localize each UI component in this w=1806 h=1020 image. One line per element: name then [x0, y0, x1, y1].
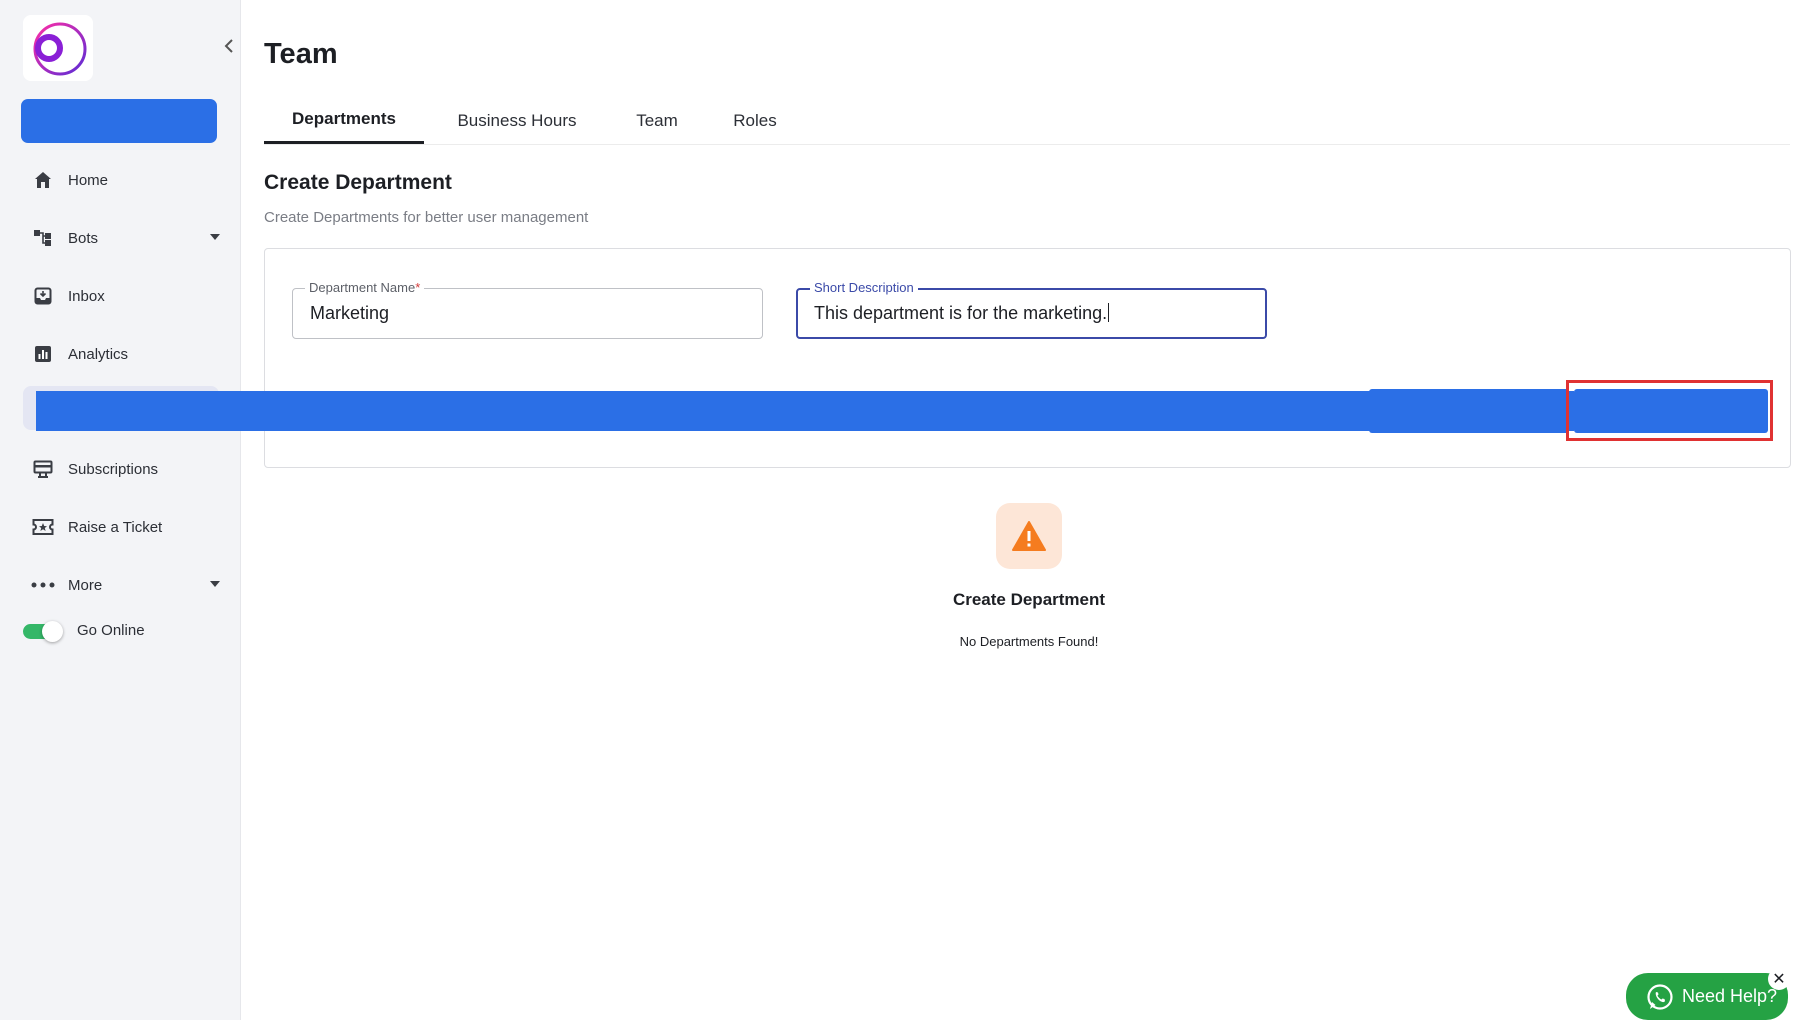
- short-description-label: Short Description: [810, 280, 918, 295]
- department-name-field[interactable]: Department Name* Marketing: [292, 280, 763, 339]
- sidebar-item-label: More: [68, 576, 103, 594]
- short-description-value: This department is for the marketing.: [814, 303, 1110, 323]
- empty-state-icon: [996, 503, 1062, 569]
- highlight-box: [1566, 380, 1773, 441]
- required-mark: *: [415, 280, 421, 295]
- more-dots-icon: [30, 575, 56, 595]
- need-help-label: Need Help?: [1682, 986, 1778, 1006]
- tab-departments[interactable]: Departments: [264, 97, 424, 144]
- sidebar-item-raise-ticket[interactable]: Raise a Ticket: [30, 509, 220, 545]
- bots-icon: [30, 228, 56, 248]
- analytics-icon: [30, 344, 56, 364]
- whatsapp-icon: [1647, 983, 1673, 1010]
- go-online-toggle[interactable]: [23, 620, 63, 642]
- warning-icon: [1012, 521, 1046, 551]
- create-department-card: Department Name* Marketing Short Descrip…: [264, 248, 1791, 468]
- toggle-knob: [42, 621, 63, 642]
- chevron-left-icon: [224, 39, 233, 53]
- redacted-strip: [36, 391, 1574, 431]
- sidebar-item-label: Analytics: [68, 345, 129, 363]
- sidebar-item-label: Subscriptions: [68, 460, 159, 478]
- caret-down-icon: [210, 581, 220, 587]
- short-description-field[interactable]: Short Description This department is for…: [796, 280, 1267, 339]
- tab-team[interactable]: Team: [612, 97, 702, 144]
- cancel-button[interactable]: [1369, 389, 1569, 433]
- text-cursor: [1108, 303, 1110, 322]
- caret-down-icon: [210, 234, 220, 240]
- section-title: Create Department: [264, 171, 452, 194]
- empty-state-title: Create Department: [952, 590, 1106, 609]
- sidebar-item-inbox[interactable]: Inbox: [30, 278, 220, 314]
- subscriptions-icon: [30, 459, 56, 479]
- tab-business-hours[interactable]: Business Hours: [442, 97, 592, 144]
- tab-roles[interactable]: Roles: [710, 97, 800, 144]
- sidebar: Home Bots Inbox Analytics Subscriptions …: [0, 0, 241, 1020]
- logo-icon: [33, 22, 87, 76]
- sidebar-item-label: Home: [68, 171, 109, 189]
- inbox-icon: [30, 286, 56, 306]
- tab-bar: Departments Business Hours Team Roles: [264, 97, 1790, 145]
- close-help-button[interactable]: ✕: [1768, 968, 1790, 990]
- department-name-label: Department Name*: [305, 280, 425, 295]
- sidebar-item-analytics[interactable]: Analytics: [30, 336, 220, 372]
- go-online-label: Go Online: [77, 622, 145, 639]
- sidebar-item-label: Inbox: [68, 287, 105, 305]
- home-icon: [30, 170, 56, 190]
- ticket-icon: [30, 517, 56, 537]
- app-logo[interactable]: [23, 15, 93, 81]
- department-name-value: Marketing: [310, 303, 390, 323]
- section-subtitle: Create Departments for better user manag…: [264, 209, 589, 226]
- sidebar-item-label: Raise a Ticket: [68, 518, 163, 536]
- sidebar-item-bots[interactable]: Bots: [30, 220, 220, 256]
- empty-state-message: No Departments Found!: [959, 634, 1099, 649]
- collapse-sidebar-button[interactable]: [218, 34, 240, 58]
- page-title: Team: [264, 38, 338, 70]
- need-help-button[interactable]: Need Help?: [1626, 973, 1788, 1020]
- sidebar-item-more[interactable]: More: [30, 567, 220, 603]
- sidebar-item-label: Bots: [68, 229, 99, 247]
- sidebar-item-home[interactable]: Home: [30, 162, 220, 198]
- primary-action-button[interactable]: [21, 99, 217, 143]
- sidebar-item-subscriptions[interactable]: Subscriptions: [30, 451, 220, 487]
